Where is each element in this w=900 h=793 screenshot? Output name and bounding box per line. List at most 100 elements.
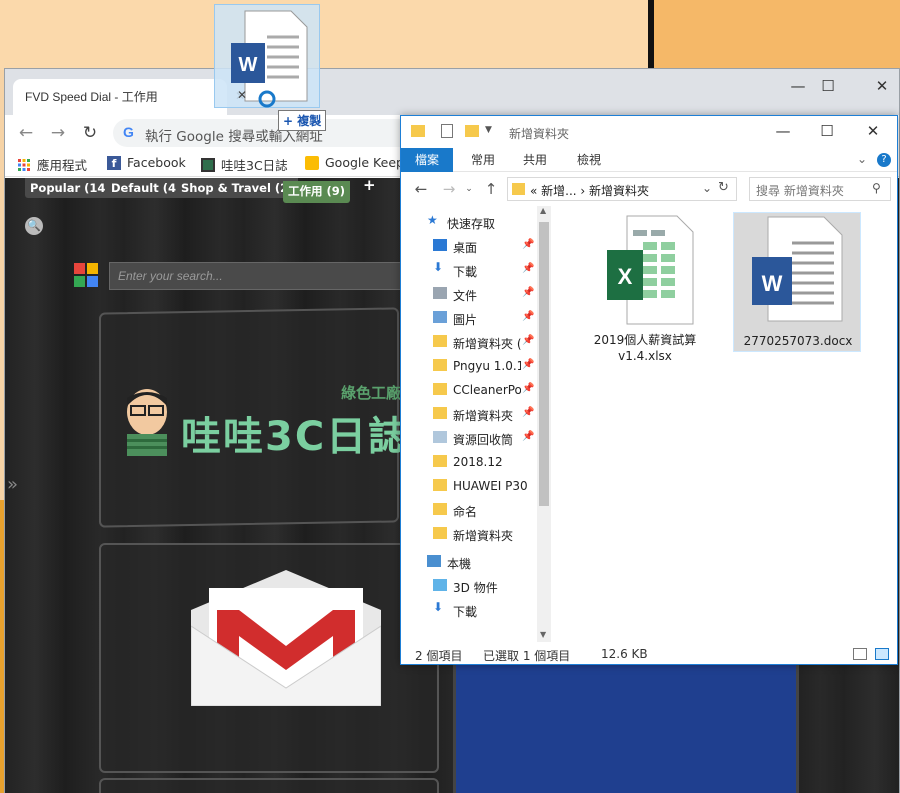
word-file-icon: W xyxy=(752,216,843,322)
nav-item[interactable]: ⬇ 下載 xyxy=(401,598,537,622)
dial-blue-screen[interactable] xyxy=(453,658,799,793)
sd-tab-shop-travel[interactable]: Shop & Travel (2) xyxy=(176,178,299,198)
bookmark-apps[interactable]: 應用程式 xyxy=(17,155,87,174)
recent-dropdown-icon[interactable]: ⌄ xyxy=(459,184,479,194)
nav-item[interactable]: 命名 xyxy=(401,498,537,522)
bookmark-label: 應用程式 xyxy=(37,158,88,173)
nav-item[interactable]: Pngyu 1.0.1 📌 xyxy=(401,354,537,378)
file-name: 2019個人薪資試算 v1.4.xlsx xyxy=(593,333,697,363)
properties-icon[interactable] xyxy=(441,124,453,138)
forward-arrow-icon[interactable]: → xyxy=(439,180,459,198)
explorer-title: 新增資料夾 xyxy=(509,127,570,141)
nav-item-label: 命名 xyxy=(453,505,478,519)
help-icon[interactable]: ? xyxy=(877,153,891,167)
scroll-up-icon[interactable]: ▲ xyxy=(540,206,546,215)
sd-tab-work[interactable]: 工作用 (9) xyxy=(283,181,351,203)
pin-icon: 📌 xyxy=(522,335,535,346)
banner-subtitle: 綠色工廠 xyxy=(341,384,402,402)
address-bar[interactable]: « 新增... › 新增資料夾 ⌄ ↻ xyxy=(507,177,737,201)
bookmark-google-keep[interactable]: Google Keep xyxy=(305,155,404,170)
nav-item[interactable]: 2018.12 xyxy=(401,450,537,474)
ribbon-tab-share[interactable]: 共用 xyxy=(509,148,561,172)
nav-item-label: 2018.12 xyxy=(453,455,503,469)
nav-item-label: 新增資料夾 ( xyxy=(453,337,521,351)
nav-item[interactable]: 資源回收筒 📌 xyxy=(401,426,537,450)
sd-tab-popular[interactable]: Popular (14) xyxy=(25,178,116,198)
nav-item[interactable]: HUAWEI P30 xyxy=(401,474,537,498)
qat-dropdown-icon[interactable]: ▼ xyxy=(485,125,492,135)
close-button[interactable]: ✕ xyxy=(865,75,899,99)
avatar xyxy=(127,389,167,456)
dial-bottom[interactable] xyxy=(99,778,439,793)
nav-item[interactable]: 新增資料夾 📌 xyxy=(401,402,537,426)
nav-item-label: CCleanerPo xyxy=(453,383,521,397)
forward-arrow-icon[interactable]: → xyxy=(45,121,71,145)
pin-icon: 📌 xyxy=(522,407,535,418)
expand-sidebar-icon[interactable]: » xyxy=(7,474,18,495)
nav-item-label: 新增資料夾 xyxy=(453,529,514,543)
svg-text:X: X xyxy=(618,264,633,289)
sd-tab-default[interactable]: Default (4) xyxy=(106,178,187,198)
folder-icon xyxy=(433,335,447,347)
large-icons-view-icon[interactable] xyxy=(875,648,889,660)
search-placeholder: 搜尋 新增資料夾 xyxy=(756,184,844,198)
search-icon[interactable]: ⚲ xyxy=(872,181,881,195)
bookmark-wawa[interactable]: 哇哇3C日誌 xyxy=(201,155,288,174)
file-item-xlsx[interactable]: X 2019個人薪資試算 v1.4.xlsx xyxy=(581,212,709,363)
word-document-icon: W ✕ xyxy=(231,10,308,108)
address-dropdown-icon[interactable]: ⌄ xyxy=(702,181,712,195)
folder-icon xyxy=(433,359,447,371)
selected-size: 12.6 KB xyxy=(601,647,648,661)
maximize-button[interactable]: ☐ xyxy=(807,120,847,144)
ribbon-expand-icon[interactable]: ⌄ xyxy=(857,152,867,166)
nav-item-label: Pngyu 1.0.1 xyxy=(453,359,521,373)
keep-bulb-icon xyxy=(305,155,319,170)
file-item-docx[interactable]: W 2770257073.docx xyxy=(733,212,861,352)
search-input[interactable]: 搜尋 新增資料夾 ⚲ xyxy=(749,177,891,201)
scroll-thumb[interactable] xyxy=(539,222,549,506)
nav-item[interactable]: 3D 物件 xyxy=(401,574,537,598)
nav-item[interactable]: ⬇ 下載 📌 xyxy=(401,258,537,282)
back-arrow-icon[interactable]: ← xyxy=(411,180,431,198)
nav-item[interactable]: 圖片 📌 xyxy=(401,306,537,330)
nav-item[interactable]: 新增資料夾 (📌 xyxy=(401,330,537,354)
pin-icon: 📌 xyxy=(522,431,535,442)
item-count: 2 個項目 xyxy=(415,649,463,663)
nav-item[interactable]: CCleanerPo 📌 xyxy=(401,378,537,402)
ribbon-tab-view[interactable]: 檢視 xyxy=(563,148,615,172)
maximize-button[interactable]: ☐ xyxy=(811,75,845,99)
nav-item-label: 圖片 xyxy=(453,313,478,327)
navigation-pane: ★ 快速存取 桌面 📌 ⬇ 下載 📌 文件 📌 圖片 📌 新增資料夾 (📌 Pngyu 1.0.1 📌 CC… xyxy=(401,206,551,642)
ribbon-tab-home[interactable]: 常用 xyxy=(457,148,509,172)
details-view-icon[interactable] xyxy=(853,648,867,660)
minimize-button[interactable]: — xyxy=(763,120,803,144)
nav-item[interactable]: ★ 快速存取 xyxy=(401,210,537,234)
chrome-tab[interactable]: FVD Speed Dial - 工作用 ✕ xyxy=(13,79,245,115)
nav-item[interactable]: 桌面 📌 xyxy=(401,234,537,258)
refresh-icon[interactable]: ↻ xyxy=(718,180,729,195)
folder-icon xyxy=(433,503,447,515)
dragged-file[interactable]: W ✕ xyxy=(214,4,320,108)
close-button[interactable]: ✕ xyxy=(853,120,893,144)
new-folder-icon[interactable] xyxy=(465,125,479,137)
facebook-icon: f xyxy=(107,155,121,170)
nav-item[interactable]: 新增資料夾 xyxy=(401,522,537,546)
minimize-button[interactable]: — xyxy=(781,75,815,99)
add-group-button[interactable]: + xyxy=(363,178,376,194)
speed-dial-search-input[interactable]: Enter your search... xyxy=(109,262,403,290)
ribbon-tab-file[interactable]: 檔案 xyxy=(401,148,454,172)
chrome-tab-title: FVD Speed Dial - 工作用 xyxy=(25,90,158,104)
nav-scrollbar[interactable]: ▲ ▼ xyxy=(537,206,551,642)
scroll-down-icon[interactable]: ▼ xyxy=(540,630,546,639)
nav-item[interactable]: 本機 xyxy=(401,550,537,574)
download-icon: ⬇ xyxy=(433,600,444,614)
bookmark-facebook[interactable]: f Facebook xyxy=(107,155,186,170)
reload-icon[interactable]: ↻ xyxy=(77,121,103,145)
back-arrow-icon[interactable]: ← xyxy=(13,121,39,145)
monitor-icon xyxy=(201,157,215,172)
pin-icon: 📌 xyxy=(522,263,535,274)
search-icon[interactable]: 🔍 xyxy=(25,217,43,235)
nav-item[interactable]: 文件 📌 xyxy=(401,282,537,306)
nav-item-label: 下載 xyxy=(453,265,478,279)
up-arrow-icon[interactable]: ↑ xyxy=(481,180,501,198)
